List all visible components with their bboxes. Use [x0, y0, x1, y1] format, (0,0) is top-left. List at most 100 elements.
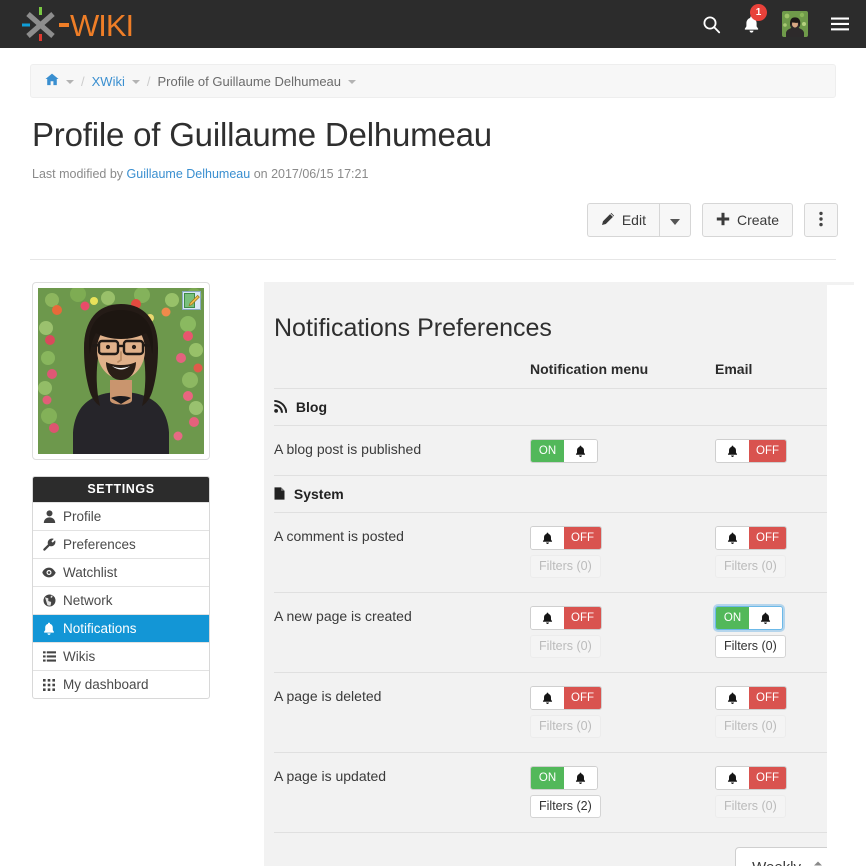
sidebar-item-watchlist[interactable]: Watchlist: [33, 558, 209, 586]
avatar[interactable]: [782, 11, 808, 37]
sidebar-item-wikis[interactable]: Wikis: [33, 642, 209, 670]
table-header-row: Notification menu Email: [274, 361, 832, 389]
settings-panel: SETTINGS Profile Preferences Watchlist N…: [32, 476, 210, 699]
notifications-bell-icon[interactable]: 1: [743, 3, 767, 34]
event-email-cell: OFF Filters (0): [715, 752, 832, 833]
panel-clip-mask: [827, 285, 866, 866]
breadcrumb-separator-2: /: [146, 73, 151, 89]
grid-icon: [42, 678, 56, 691]
event-menu-cell: OFF Filters (0): [530, 592, 715, 673]
filters-button[interactable]: Filters (0): [530, 635, 601, 658]
last-modified-author-link[interactable]: Guillaume Delhumeau: [127, 167, 251, 181]
sidebar-item-notifications[interactable]: Notifications: [33, 614, 209, 642]
home-icon[interactable]: [45, 73, 59, 89]
top-navigation-bar: WIKI 1: [0, 0, 866, 48]
toggle-email[interactable]: ON: [715, 606, 783, 630]
event-label: A comment is posted: [274, 512, 530, 593]
notifications-preferences-panel: Notifications Preferences Notification m…: [264, 282, 854, 866]
breadcrumb-xwiki-caret-down-icon[interactable]: [131, 80, 140, 84]
sidebar-item-network[interactable]: Network: [33, 586, 209, 614]
sidebar-item-profile[interactable]: Profile: [33, 502, 209, 530]
event-label: A blog post is published: [274, 425, 530, 476]
filters-button[interactable]: Filters (0): [715, 635, 786, 658]
last-modified-prefix: Last modified by: [32, 167, 124, 181]
event-label: A new page is created: [274, 592, 530, 673]
profile-photo[interactable]: [38, 288, 204, 454]
edit-avatar-icon[interactable]: [182, 291, 201, 310]
toggle-state-label: OFF: [749, 527, 786, 549]
filters-button[interactable]: Filters (0): [530, 555, 601, 578]
bell-icon: [564, 440, 597, 462]
bell-icon: [531, 607, 564, 629]
group-row-system: System: [274, 475, 832, 513]
toggle-state-label: OFF: [749, 687, 786, 709]
last-modified-info: Last modified by Guillaume Delhumeau on …: [32, 167, 834, 181]
list-icon: [42, 651, 56, 662]
event-email-cell: OFF Filters (0): [715, 672, 832, 753]
toggle-email[interactable]: OFF: [715, 526, 787, 550]
toggle-state-label: OFF: [564, 687, 601, 709]
toggle-state-label: OFF: [749, 440, 786, 462]
sidebar-item-label: Preferences: [63, 537, 136, 552]
sidebar-item-preferences[interactable]: Preferences: [33, 530, 209, 558]
toggle-email[interactable]: OFF: [715, 686, 787, 710]
toggle-notification-menu[interactable]: OFF: [530, 606, 602, 630]
table-row: A blog post is published ON OFF: [274, 425, 832, 476]
breadcrumb: / XWiki / Profile of Guillaume Delhumeau: [30, 64, 836, 98]
edit-button[interactable]: Edit: [586, 203, 659, 237]
main-content: SETTINGS Profile Preferences Watchlist N…: [0, 260, 866, 866]
xwiki-logo[interactable]: WIKI: [22, 0, 146, 48]
event-menu-cell: OFF Filters (0): [530, 512, 715, 593]
wrench-icon: [42, 538, 56, 551]
event-email-cell: OFF Filters (0): [715, 512, 832, 593]
toggle-email[interactable]: OFF: [715, 439, 787, 463]
breadcrumb-item-xwiki[interactable]: XWiki: [92, 74, 125, 89]
sidebar-item-label: Watchlist: [63, 565, 118, 580]
breadcrumb-home-caret-down-icon[interactable]: [66, 80, 74, 84]
event-email-cell: OFF: [715, 425, 832, 476]
toggle-email[interactable]: OFF: [715, 766, 787, 790]
topbar-actions: 1: [702, 3, 850, 37]
table-header: Notification menu Email: [274, 361, 832, 389]
filters-button[interactable]: Filters (0): [715, 715, 786, 738]
toggle-notification-menu[interactable]: ON: [530, 439, 598, 463]
event-label: A page is updated: [274, 752, 530, 833]
bell-icon: [716, 767, 749, 789]
edit-dropdown-button[interactable]: [658, 203, 691, 237]
sidebar-item-label: Profile: [63, 509, 102, 524]
profile-photo-card: [32, 282, 210, 460]
caret-down-icon: [669, 212, 680, 228]
group-name: System: [293, 486, 344, 502]
filters-button[interactable]: Filters (0): [530, 715, 601, 738]
email-frequency-select[interactable]: Weekly: [735, 847, 832, 866]
toggle-notification-menu[interactable]: ON: [530, 766, 598, 790]
toggle-notification-menu[interactable]: OFF: [530, 686, 602, 710]
sidebar-item-label: My dashboard: [63, 677, 149, 692]
toggle-state-label: OFF: [564, 527, 601, 549]
filters-button[interactable]: Filters (0): [715, 555, 786, 578]
filters-button[interactable]: Filters (0): [715, 795, 786, 818]
event-email-cell: ON Filters (0): [715, 592, 832, 673]
sidebar-item-my-dashboard[interactable]: My dashboard: [33, 670, 209, 698]
bell-icon: [564, 767, 597, 789]
create-button-label: Create: [736, 212, 779, 228]
toggle-state-label: ON: [531, 767, 564, 789]
rss-icon: [274, 400, 288, 416]
filters-button[interactable]: Filters (2): [530, 795, 601, 818]
hamburger-menu-icon[interactable]: [830, 16, 850, 32]
toggle-state-label: ON: [531, 440, 564, 462]
title-block: Profile of Guillaume Delhumeau Last modi…: [0, 98, 866, 181]
search-icon[interactable]: [702, 15, 721, 34]
breadcrumb-current-caret-down-icon[interactable]: [348, 80, 357, 84]
notifications-title: Notifications Preferences: [274, 314, 552, 342]
more-actions-button[interactable]: [804, 203, 838, 237]
group-row-cell: Blog: [274, 388, 832, 426]
bell-icon: [531, 527, 564, 549]
page-actions: Edit Create: [0, 181, 866, 237]
edit-button-group: Edit: [586, 203, 691, 237]
table-row: A new page is created OFF Filters (0) ON…: [274, 592, 832, 673]
create-button[interactable]: Create: [701, 203, 793, 237]
toggle-notification-menu[interactable]: OFF: [530, 526, 602, 550]
bell-icon: [42, 622, 56, 636]
sidebar-item-label: Wikis: [63, 649, 96, 664]
